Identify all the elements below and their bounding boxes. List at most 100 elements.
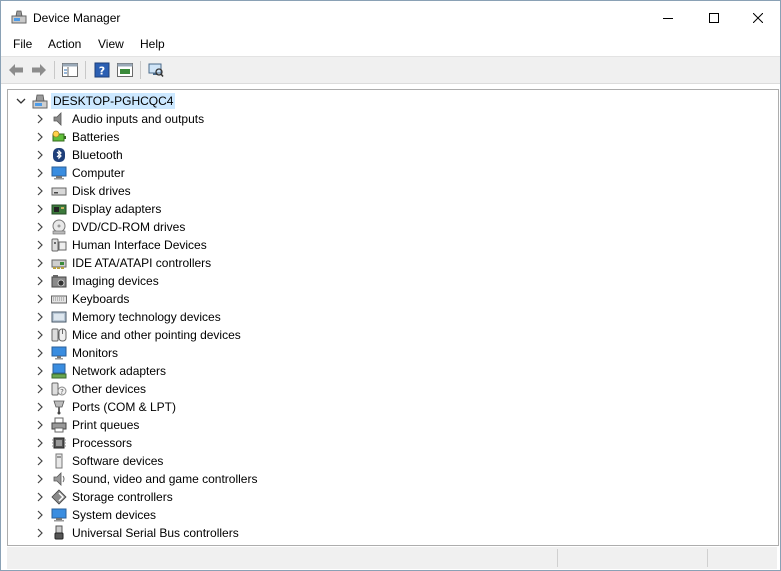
svg-text:?: ? [60,388,64,396]
chevron-right-icon[interactable] [35,150,45,160]
system-device-icon [51,508,67,522]
chevron-right-icon[interactable] [35,492,45,502]
chevron-right-icon[interactable] [35,420,45,430]
menu-view[interactable]: View [98,37,124,51]
toolbar-separator [54,61,55,79]
camera-icon [51,275,67,288]
help-book-icon: ? [94,62,110,78]
minimize-icon [663,17,673,19]
chevron-right-icon[interactable] [35,384,45,394]
window-title: Device Manager [33,11,121,25]
processor-icon [52,437,66,449]
computer-icon [51,166,67,180]
toolbar-separator [140,61,141,79]
tree-category-label: Ports (COM & LPT) [72,400,177,414]
forward-arrow-icon [32,64,46,76]
storage-controller-icon [51,489,67,505]
menu-action[interactable]: Action [48,37,81,51]
chevron-right-icon[interactable] [35,258,45,268]
tree-category-label: Imaging devices [72,274,159,288]
tree-category-label: Bluetooth [72,148,123,162]
status-bar-separator [557,549,558,567]
memory-device-icon [51,311,67,323]
device-manager-window: Device Manager File Action View Help ? D… [0,0,781,571]
svg-text:?: ? [99,65,105,78]
speaker-icon [53,112,62,126]
scan-hardware-changes-button[interactable] [147,61,165,79]
toolbar-separator [85,61,86,79]
dvd-drive-icon [52,219,66,235]
chevron-right-icon[interactable] [35,330,45,340]
tree-category-label: Storage controllers [72,490,173,504]
bluetooth-icon [53,148,65,162]
tree-category-label: Other devices [72,382,147,396]
tree-category-label: Display adapters [72,202,162,216]
toolbar: ? [1,56,780,84]
properties-window-icon [117,63,133,77]
chevron-right-icon[interactable] [35,510,45,520]
tree-category-label: Audio inputs and outputs [72,112,205,126]
tree-category-label: Sound, video and game controllers [72,472,258,486]
tree-category-label: Monitors [72,346,119,360]
chevron-right-icon[interactable] [35,402,45,412]
tree-category-label: Mice and other pointing devices [72,328,241,342]
status-bar [7,547,777,569]
menu-help[interactable]: Help [140,37,165,51]
device-tree[interactable]: DESKTOP-PGHCQC4 Audio inputs and outputs… [7,89,779,546]
tree-category-label: DVD/CD-ROM drives [72,220,186,234]
chevron-right-icon[interactable] [35,438,45,448]
hid-icon [51,238,67,252]
forward-button[interactable] [30,61,48,79]
disk-drive-icon [51,187,67,196]
tree-category-label: Network adapters [72,364,167,378]
properties-button[interactable] [116,61,134,79]
tree-category-label: Batteries [72,130,120,144]
minimize-button[interactable] [645,1,691,34]
network-adapter-icon [51,363,67,379]
tree-category-label: IDE ATA/ATAPI controllers [72,256,212,270]
chevron-right-icon[interactable] [35,222,45,232]
chevron-right-icon[interactable] [35,366,45,376]
chevron-right-icon[interactable] [35,528,45,538]
chevron-right-icon[interactable] [35,456,45,466]
chevron-right-icon[interactable] [35,132,45,142]
tree-category-label: System devices [72,508,157,522]
show-hide-console-tree-button[interactable] [61,61,79,79]
menu-file[interactable]: File [13,37,32,51]
tree-category-label: Human Interface Devices [72,238,207,252]
chevron-right-icon[interactable] [35,474,45,484]
back-arrow-icon [9,64,23,76]
chevron-right-icon[interactable] [35,348,45,358]
sound-controller-icon [53,472,65,486]
chevron-right-icon[interactable] [35,114,45,124]
title-bar[interactable]: Device Manager [1,1,780,34]
console-tree-icon [62,63,78,77]
tree-category-label: Computer [72,166,125,180]
scan-monitor-icon [148,63,164,77]
unknown-device-icon: ? [51,382,67,396]
tree-category-label: Disk drives [72,184,131,198]
software-device-icon [55,453,63,469]
tree-category-label: Keyboards [72,292,130,306]
chevron-down-icon[interactable] [16,96,26,106]
chevron-right-icon[interactable] [35,240,45,250]
tree-category-label: Processors [72,436,133,450]
tree-category-label: Print queues [72,418,140,432]
status-bar-separator [707,549,708,567]
chevron-right-icon[interactable] [35,168,45,178]
desktop-computer-icon [32,94,48,109]
tree-category-label: Memory technology devices [72,310,221,324]
chevron-right-icon[interactable] [35,276,45,286]
port-icon [53,400,65,415]
chevron-right-icon[interactable] [35,186,45,196]
mouse-icon [51,328,67,342]
help-button[interactable]: ? [93,61,111,79]
back-button[interactable] [7,61,25,79]
chevron-right-icon[interactable] [35,294,45,304]
close-icon [753,12,763,23]
chevron-right-icon[interactable] [35,204,45,214]
usb-icon [54,525,64,540]
close-button[interactable] [735,1,781,34]
chevron-right-icon[interactable] [35,312,45,322]
maximize-button[interactable] [691,1,737,34]
